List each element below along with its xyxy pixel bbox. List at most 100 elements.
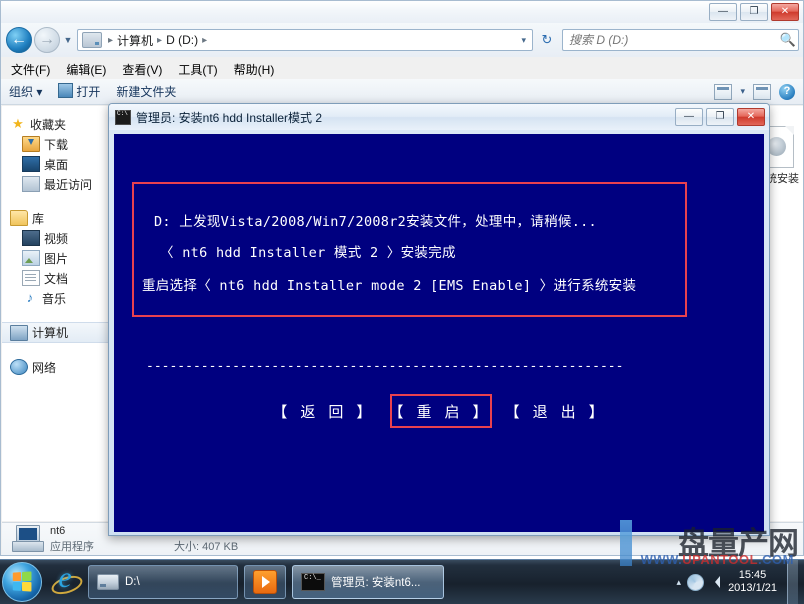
volume-icon[interactable] bbox=[710, 576, 721, 588]
menu-view[interactable]: 查看(V) bbox=[114, 61, 170, 78]
console-body[interactable]: D: 上发现Vista/2008/Win7/2008r2安装文件，处理中，请稍候… bbox=[114, 134, 764, 532]
explorer-restore-button[interactable]: ❐ bbox=[740, 3, 768, 21]
explorer-toolbar: 组织 ▾ 打开 新建文件夹 ▾ ? bbox=[1, 79, 803, 105]
address-bar[interactable]: ▸ 计算机 ▸ D (D:) ▸ ▾ bbox=[77, 29, 533, 51]
taskbar-button-drive-d[interactable]: D:\ bbox=[88, 565, 238, 599]
console-window-controls: — ❐ ✕ bbox=[675, 108, 769, 126]
search-icon: 🔍 bbox=[779, 32, 797, 47]
console-restore-button[interactable]: ❐ bbox=[706, 108, 734, 126]
sidebar-group-favorites[interactable]: ★ 收藏夹 bbox=[2, 114, 109, 134]
console-window: 管理员: 安装nt6 hdd Installer模式 2 — ❐ ✕ D: 上发… bbox=[108, 103, 770, 536]
console-button-row: 【 返 回 】 【 重 启 】 【 退 出 】 bbox=[114, 401, 764, 422]
breadcrumb-separator: ▸ bbox=[157, 34, 163, 46]
search-box[interactable]: 🔍 bbox=[562, 29, 799, 51]
explorer-menu-bar: 文件(F) 编辑(E) 查看(V) 工具(T) 帮助(H) bbox=[1, 59, 803, 79]
refresh-button[interactable]: ↻ bbox=[536, 29, 558, 51]
sidebar-label-recent-places: 最近访问 bbox=[44, 177, 93, 192]
organize-button[interactable]: 组织 ▾ bbox=[1, 83, 50, 100]
taskbar-button-console[interactable]: 管理员: 安装nt6... bbox=[292, 565, 444, 599]
show-hidden-icons-icon[interactable]: ▴ bbox=[677, 577, 682, 588]
new-folder-button[interactable]: 新建文件夹 bbox=[108, 83, 184, 100]
console-button-back[interactable]: 【 返 回 】 bbox=[272, 403, 373, 421]
console-title: 管理员: 安装nt6 hdd Installer模式 2 bbox=[136, 110, 323, 125]
breadcrumb-computer[interactable]: 计算机 bbox=[116, 32, 154, 49]
menu-help[interactable]: 帮助(H) bbox=[226, 61, 283, 78]
sidebar-item-recent-places[interactable]: 最近访问 bbox=[2, 174, 109, 194]
show-desktop-button[interactable] bbox=[787, 560, 798, 604]
star-icon: ★ bbox=[12, 116, 24, 131]
console-titlebar[interactable]: 管理员: 安装nt6 hdd Installer模式 2 — ❐ ✕ bbox=[109, 104, 769, 130]
console-close-button[interactable]: ✕ bbox=[737, 108, 765, 126]
media-player-icon bbox=[253, 570, 277, 594]
help-icon[interactable]: ? bbox=[779, 83, 795, 100]
explorer-close-button[interactable]: ✕ bbox=[771, 3, 799, 21]
details-file-type: 应用程序 bbox=[50, 541, 94, 553]
internet-explorer-icon[interactable] bbox=[48, 561, 82, 599]
change-view-icon[interactable] bbox=[714, 83, 733, 100]
drive-icon bbox=[97, 574, 119, 590]
sidebar-label-videos: 视频 bbox=[44, 231, 69, 246]
breadcrumb-drive-d[interactable]: D (D:) bbox=[165, 33, 199, 47]
sidebar-group-libraries[interactable]: 库 bbox=[2, 208, 109, 228]
network-icon bbox=[10, 359, 28, 375]
sidebar-label-music: 音乐 bbox=[42, 291, 67, 306]
clock-time: 15:45 bbox=[738, 569, 767, 581]
preview-pane-icon[interactable] bbox=[753, 83, 771, 100]
console-line-1: D: 上发现Vista/2008/Win7/2008r2安装文件，处理中，请稍候… bbox=[154, 214, 597, 230]
sidebar-label-desktop: 桌面 bbox=[44, 157, 69, 172]
menu-file[interactable]: 文件(F) bbox=[1, 61, 58, 78]
video-icon bbox=[22, 230, 40, 246]
address-dropdown-icon[interactable]: ▾ bbox=[521, 35, 532, 46]
forward-button[interactable]: → bbox=[34, 27, 60, 53]
screen-root: — ❐ ✕ ← → ▼ ▸ 计算机 ▸ D (D:) ▸ ▾ ↻ 🔍 bbox=[0, 0, 804, 604]
sidebar-label-downloads: 下载 bbox=[44, 137, 69, 152]
console-button-reboot[interactable]: 【 重 启 】 bbox=[388, 403, 489, 421]
taskbar-button-drive-d-label: D:\ bbox=[125, 576, 140, 588]
console-line-3: 重启选择〈 nt6 hdd Installer mode 2 [EMS Enab… bbox=[142, 278, 637, 294]
search-input[interactable] bbox=[563, 30, 778, 50]
application-icon bbox=[10, 524, 44, 554]
start-orb[interactable] bbox=[2, 562, 42, 602]
clock-date: 2013/1/21 bbox=[728, 582, 777, 594]
sidebar-item-music[interactable]: ♪ 音乐 bbox=[2, 288, 109, 308]
back-button[interactable]: ← bbox=[6, 27, 32, 53]
open-button[interactable]: 打开 bbox=[50, 83, 108, 100]
music-icon: ♪ bbox=[26, 290, 34, 305]
console-minimize-button[interactable]: — bbox=[675, 108, 703, 126]
sidebar-item-downloads[interactable]: 下载 bbox=[2, 134, 109, 154]
documents-icon bbox=[22, 270, 40, 286]
explorer-titlebar[interactable]: — ❐ ✕ bbox=[1, 1, 803, 23]
change-view-caret-icon[interactable]: ▾ bbox=[740, 86, 745, 97]
details-file-size: 大小: 407 KB bbox=[174, 541, 239, 553]
recent-places-icon bbox=[22, 176, 40, 192]
explorer-navigation-row: ← → ▼ ▸ 计算机 ▸ D (D:) ▸ ▾ ↻ 🔍 bbox=[1, 23, 803, 57]
console-divider: ----------------------------------------… bbox=[146, 359, 624, 374]
network-icon[interactable] bbox=[687, 573, 705, 591]
library-icon bbox=[10, 210, 28, 226]
sidebar-item-videos[interactable]: 视频 bbox=[2, 228, 109, 248]
menu-tools[interactable]: 工具(T) bbox=[170, 61, 225, 78]
sidebar-item-network[interactable]: 网络 bbox=[2, 357, 109, 377]
taskbar-button-console-label: 管理员: 安装nt6... bbox=[331, 577, 421, 589]
console-button-exit[interactable]: 【 退 出 】 bbox=[505, 403, 606, 421]
console-line-2: 〈 nt6 hdd Installer 模式 2 〉安装完成 bbox=[160, 245, 456, 261]
download-icon bbox=[22, 136, 40, 152]
taskbar-button-media-player[interactable] bbox=[244, 565, 286, 599]
sidebar-item-computer[interactable]: 计算机 bbox=[2, 322, 109, 343]
menu-edit[interactable]: 编辑(E) bbox=[58, 61, 114, 78]
sidebar-label-computer: 计算机 bbox=[32, 326, 69, 340]
system-tray: ▴ 15:45 2013/1/21 bbox=[677, 560, 804, 604]
sidebar-item-documents[interactable]: 文档 bbox=[2, 268, 109, 288]
clock[interactable]: 15:45 2013/1/21 bbox=[726, 569, 781, 595]
history-dropdown-icon[interactable]: ▼ bbox=[61, 35, 75, 45]
cmd-icon bbox=[301, 573, 325, 591]
sidebar-item-desktop[interactable]: 桌面 bbox=[2, 154, 109, 174]
sidebar-label-documents: 文档 bbox=[44, 271, 69, 286]
taskbar: D:\ 管理员: 安装nt6... ▴ 15:45 2013/1/21 bbox=[0, 559, 804, 604]
explorer-window-controls: — ❐ ✕ bbox=[709, 3, 799, 21]
sidebar-item-pictures[interactable]: 图片 bbox=[2, 248, 109, 268]
explorer-minimize-button[interactable]: — bbox=[709, 3, 737, 21]
computer-icon bbox=[10, 324, 28, 341]
